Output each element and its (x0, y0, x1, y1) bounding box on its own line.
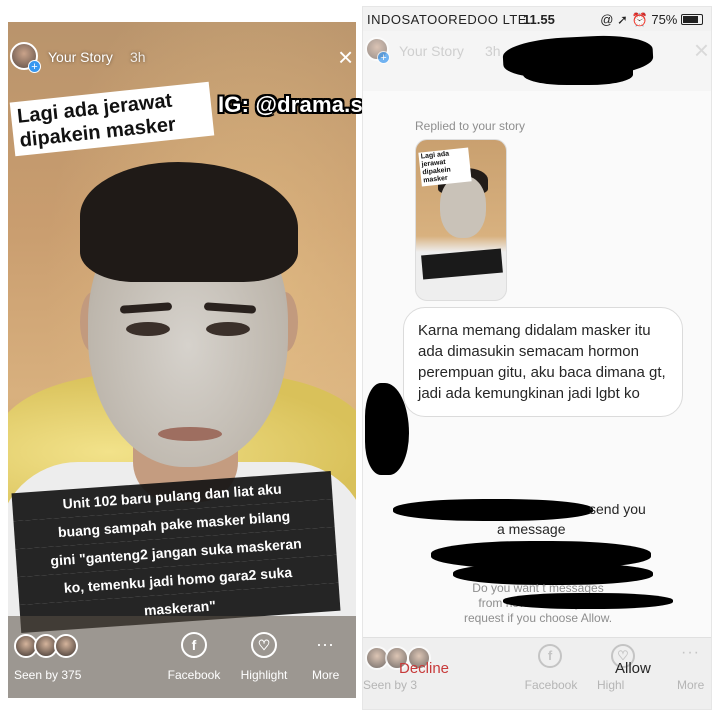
add-story-icon[interactable]: + (28, 60, 41, 73)
more-icon[interactable]: ··· (681, 644, 700, 662)
redaction-scribble (523, 59, 633, 85)
story-label: Your Story (399, 43, 464, 59)
facebook-icon[interactable]: f (538, 644, 562, 668)
close-icon[interactable]: × (338, 44, 353, 70)
thumb-caption-bar (421, 248, 503, 280)
request-text: send you (589, 501, 646, 517)
battery-percent: 75% (651, 12, 678, 27)
more-icon[interactable]: ··· (316, 634, 334, 655)
status-icons: @ ➚ ⏰ 75% (600, 12, 703, 28)
eye (126, 322, 170, 336)
highlight-label[interactable]: Highlight (234, 668, 294, 682)
viewer-avatar[interactable] (54, 634, 78, 658)
more-label[interactable]: More (677, 678, 704, 692)
more-label[interactable]: More (312, 668, 339, 682)
clock: 11.55 (523, 12, 555, 27)
battery-icon (681, 14, 703, 25)
status-glyphs-icon: @ ➚ ⏰ (600, 12, 648, 27)
message-bubble: Karna memang didalam masker itu ada dima… (403, 307, 683, 417)
thumb-caption: Lagi ada jerawat dipakein masker (418, 147, 472, 187)
story-footer: Seen by 375 f Facebook ♡ Highlight ··· M… (8, 616, 356, 698)
info-line: request if you choose Allow. (463, 611, 613, 625)
replied-label: Replied to your story (415, 119, 526, 133)
thumb-face (440, 176, 486, 238)
close-icon[interactable]: × (694, 35, 709, 66)
carrier: INDOSATOOREDOO LTE (367, 12, 527, 27)
caption-bottom: Unit 102 baru pulang dan liat aku buang … (11, 471, 341, 633)
left-story-panel: + Your Story 3h × Lagi ada jerawat dipak… (8, 22, 356, 698)
dm-footer: Seen by 3 f Facebook ♡ Highl ··· More De… (363, 637, 711, 709)
eye (206, 322, 250, 336)
seen-by-count[interactable]: Seen by 375 (14, 668, 81, 682)
facebook-icon[interactable]: f (181, 632, 207, 658)
highlight-icon[interactable]: ♡ (251, 632, 277, 658)
story-time: 3h (485, 43, 501, 59)
allow-button[interactable]: Allow (615, 660, 651, 677)
seen-by-count[interactable]: Seen by 3 (363, 678, 417, 692)
story-label: Your Story (48, 49, 113, 65)
story-thumbnail[interactable]: Lagi ada jerawat dipakein masker (415, 139, 507, 301)
right-dm-panel: INDOSATOOREDOO LTE 11.55 @ ➚ ⏰ 75% + You… (362, 6, 712, 710)
add-story-icon[interactable]: + (377, 51, 390, 64)
facebook-label[interactable]: Facebook (521, 678, 581, 692)
mouth (158, 427, 222, 441)
redaction-scribble (393, 499, 593, 521)
facebook-label[interactable]: Facebook (164, 668, 224, 682)
status-bar: INDOSATOOREDOO LTE 11.55 @ ➚ ⏰ 75% (363, 7, 711, 31)
request-text: a message (497, 521, 566, 537)
decline-button[interactable]: Decline (399, 660, 449, 677)
redaction-scribble (503, 593, 673, 609)
highlight-label[interactable]: Highl (597, 678, 624, 692)
story-time: 3h (130, 49, 146, 65)
story-header: + Your Story 3h × (8, 22, 356, 82)
